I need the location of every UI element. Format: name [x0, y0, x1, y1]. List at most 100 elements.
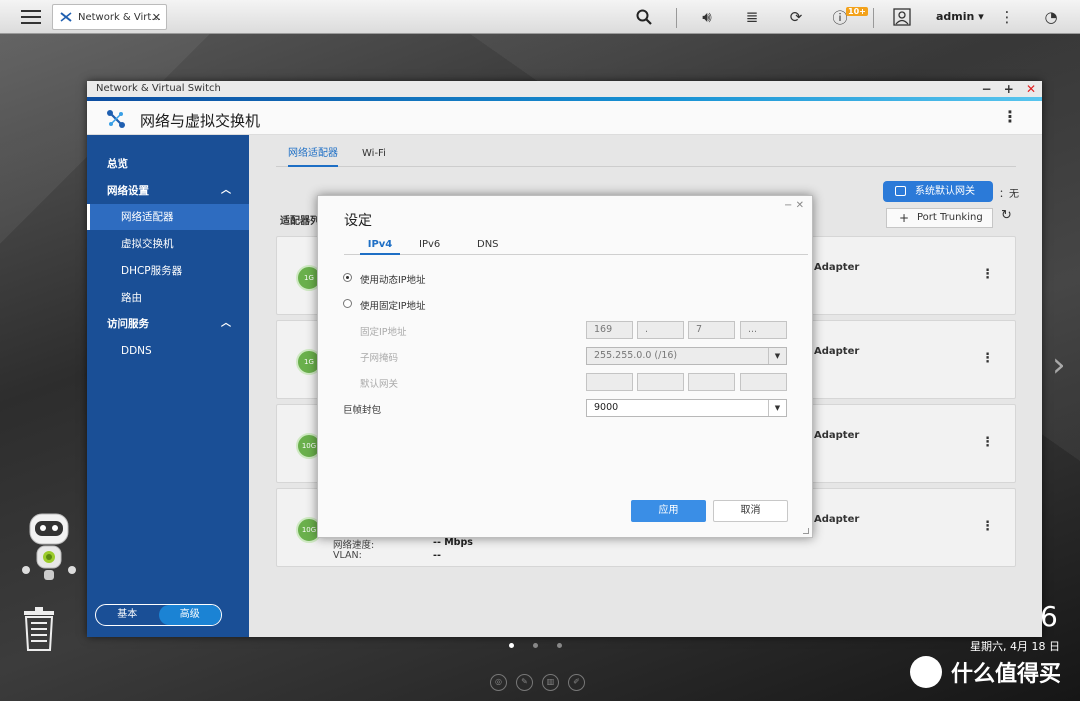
refresh-icon[interactable]: ↻ — [1001, 208, 1012, 223]
close-window-icon[interactable]: ✕ — [1026, 82, 1036, 96]
static-ip-radio[interactable] — [343, 299, 352, 308]
page-dot[interactable] — [509, 643, 514, 648]
card-more-icon[interactable]: ⋮ — [981, 519, 994, 534]
taskbar-app-tab[interactable]: Network & Virt... ✕ — [52, 4, 167, 30]
chevron-right-icon[interactable]: › — [1052, 345, 1066, 385]
dashboard-icon[interactable]: ◔ — [1040, 6, 1062, 28]
sidebar-item-virtual-switch[interactable]: 虚拟交换机 — [87, 231, 249, 257]
gateway-octet-2[interactable] — [637, 373, 684, 391]
ip-octet-2[interactable]: . — [637, 321, 684, 339]
tab-ipv4[interactable]: IPv4 — [360, 239, 400, 255]
app-header: 网络与虚拟交换机 ⋮ — [87, 101, 1042, 135]
chevron-down-icon: ▼ — [768, 348, 786, 364]
tab-ipv6[interactable]: IPv6 — [419, 239, 440, 255]
card-more-icon[interactable]: ⋮ — [981, 267, 994, 282]
content-tabs: 网络适配器 Wi-Fi — [276, 145, 1016, 167]
search-icon[interactable] — [633, 6, 655, 28]
desktop-date: 星期六, 4月 18 日 — [970, 640, 1060, 653]
minimize-icon[interactable]: − — [981, 82, 991, 96]
dhcp-radio-label: 使用动态IP地址 — [360, 275, 426, 286]
maximize-icon[interactable]: + — [1004, 82, 1014, 96]
sidebar-item-dhcp-server[interactable]: DHCP服务器 — [87, 258, 249, 284]
dhcp-radio[interactable] — [343, 273, 352, 282]
dock-tools-icon[interactable]: ✎ — [516, 674, 533, 691]
dock: ◎ ✎ ▥ ✐ — [490, 674, 594, 691]
chevron-up-icon[interactable]: ︿ — [221, 178, 231, 204]
volume-icon[interactable]: 🔊︎ — [696, 6, 718, 28]
app-more-icon[interactable]: ⋮ — [1002, 107, 1018, 126]
jumbo-frame-label: 巨帧封包 — [343, 405, 382, 416]
sidebar-item-overview[interactable]: 总览 — [87, 151, 249, 177]
subnet-mask-label: 子网掩码 — [360, 353, 399, 364]
card-more-icon[interactable]: ⋮ — [981, 351, 994, 366]
sidebar-item-label: 访问服务 — [107, 318, 149, 330]
speed-label: 网络速度: — [333, 540, 375, 551]
top-bar: Network & Virt... ✕ 🔊︎ ≣ ⟳ ⓘ 10+ admin ▾… — [0, 0, 1080, 34]
sidebar-item-ddns[interactable]: DDNS — [87, 338, 249, 364]
sidebar-item-label: 网络适配器 — [121, 211, 174, 223]
subnet-mask-select[interactable]: 255.255.0.0 (/16) ▼ — [586, 347, 787, 365]
jumbo-frame-select[interactable]: 9000 ▼ — [586, 399, 787, 417]
sidebar-item-access-services[interactable]: 访问服务 ︿ — [87, 311, 249, 337]
dock-storage-icon[interactable]: ▥ — [542, 674, 559, 691]
mode-basic-button[interactable]: 基本 — [96, 605, 159, 625]
user-menu[interactable]: admin ▾ — [936, 10, 984, 23]
fixed-ip-label: 固定IP地址 — [360, 327, 407, 338]
dock-edit-icon[interactable]: ✐ — [568, 674, 585, 691]
resize-handle-icon[interactable] — [803, 528, 809, 534]
desktop-clock: 6 — [1040, 600, 1058, 633]
page-dot[interactable] — [557, 643, 562, 648]
gateway-icon — [895, 186, 906, 196]
default-gateway-button[interactable]: 系统默认网关 — [883, 181, 993, 202]
username: admin — [936, 10, 975, 23]
more-options-icon[interactable]: ⋮ — [996, 6, 1018, 28]
page-dot[interactable] — [533, 643, 538, 648]
chevron-up-icon[interactable]: ︿ — [221, 311, 231, 337]
cancel-button[interactable]: 取消 — [713, 500, 788, 522]
sidebar-item-label: 虚拟交换机 — [121, 238, 174, 250]
port-trunking-button[interactable]: + Port Trunking — [886, 208, 993, 228]
gateway-octet-4[interactable] — [740, 373, 787, 391]
divider — [873, 8, 874, 28]
tab-dns[interactable]: DNS — [477, 239, 499, 255]
dialog-title: 设定 — [344, 213, 372, 229]
gateway-octet-3[interactable] — [688, 373, 735, 391]
sidebar-item-label: 路由 — [121, 292, 142, 304]
dialog-tabs: IPv4 IPv6 DNS — [344, 239, 808, 255]
background-tasks-icon[interactable]: ≣ — [741, 6, 763, 28]
gateway-octet-1[interactable] — [586, 373, 633, 391]
ip-octet-4[interactable]: ... — [740, 321, 787, 339]
dialog-minimize-icon[interactable]: − — [784, 200, 792, 211]
window-titlebar[interactable]: Network & Virtual Switch − + ✕ — [87, 81, 1042, 97]
apply-button[interactable]: 应用 — [631, 500, 706, 522]
notification-badge: 10+ — [846, 7, 868, 16]
card-more-icon[interactable]: ⋮ — [981, 435, 994, 450]
sidebar-item-network-adapters[interactable]: 网络适配器 — [87, 204, 249, 230]
sidebar-item-network-settings[interactable]: 网络设置 ︿ — [87, 178, 249, 204]
gateway-value: ：无 — [999, 189, 1019, 200]
robot-assistant-icon[interactable] — [18, 512, 80, 584]
speed-value: -- Mbps — [433, 537, 473, 548]
main-menu-icon[interactable] — [18, 6, 44, 28]
window-title: Network & Virtual Switch — [96, 83, 221, 94]
adapter-name: Adapter — [814, 262, 860, 273]
network-switch-logo-icon — [105, 108, 127, 130]
sidebar-item-routing[interactable]: 路由 — [87, 285, 249, 311]
tab-wifi[interactable]: Wi-Fi — [362, 145, 386, 167]
close-tab-icon[interactable]: ✕ — [152, 11, 161, 24]
user-icon[interactable] — [891, 6, 913, 28]
sync-icon[interactable]: ⟳ — [785, 6, 807, 28]
app-title: 网络与虚拟交换机 — [140, 112, 261, 130]
watermark-logo-icon — [910, 656, 942, 688]
dock-app-icon[interactable]: ◎ — [490, 674, 507, 691]
watermark-text: 什么值得买 — [951, 662, 1062, 687]
mode-advanced-button[interactable]: 高级 — [158, 605, 221, 625]
ip-octet-3[interactable]: 7 — [688, 321, 735, 339]
tab-network-adapters[interactable]: 网络适配器 — [288, 145, 338, 167]
sidebar-item-label: 总览 — [107, 158, 128, 170]
jumbo-frame-value: 9000 — [594, 402, 619, 413]
dialog-close-icon[interactable]: ✕ — [796, 200, 804, 211]
ip-octet-1[interactable]: 169 — [586, 321, 633, 339]
trash-icon[interactable] — [22, 607, 56, 651]
sidebar-item-label: 网络设置 — [107, 185, 149, 197]
